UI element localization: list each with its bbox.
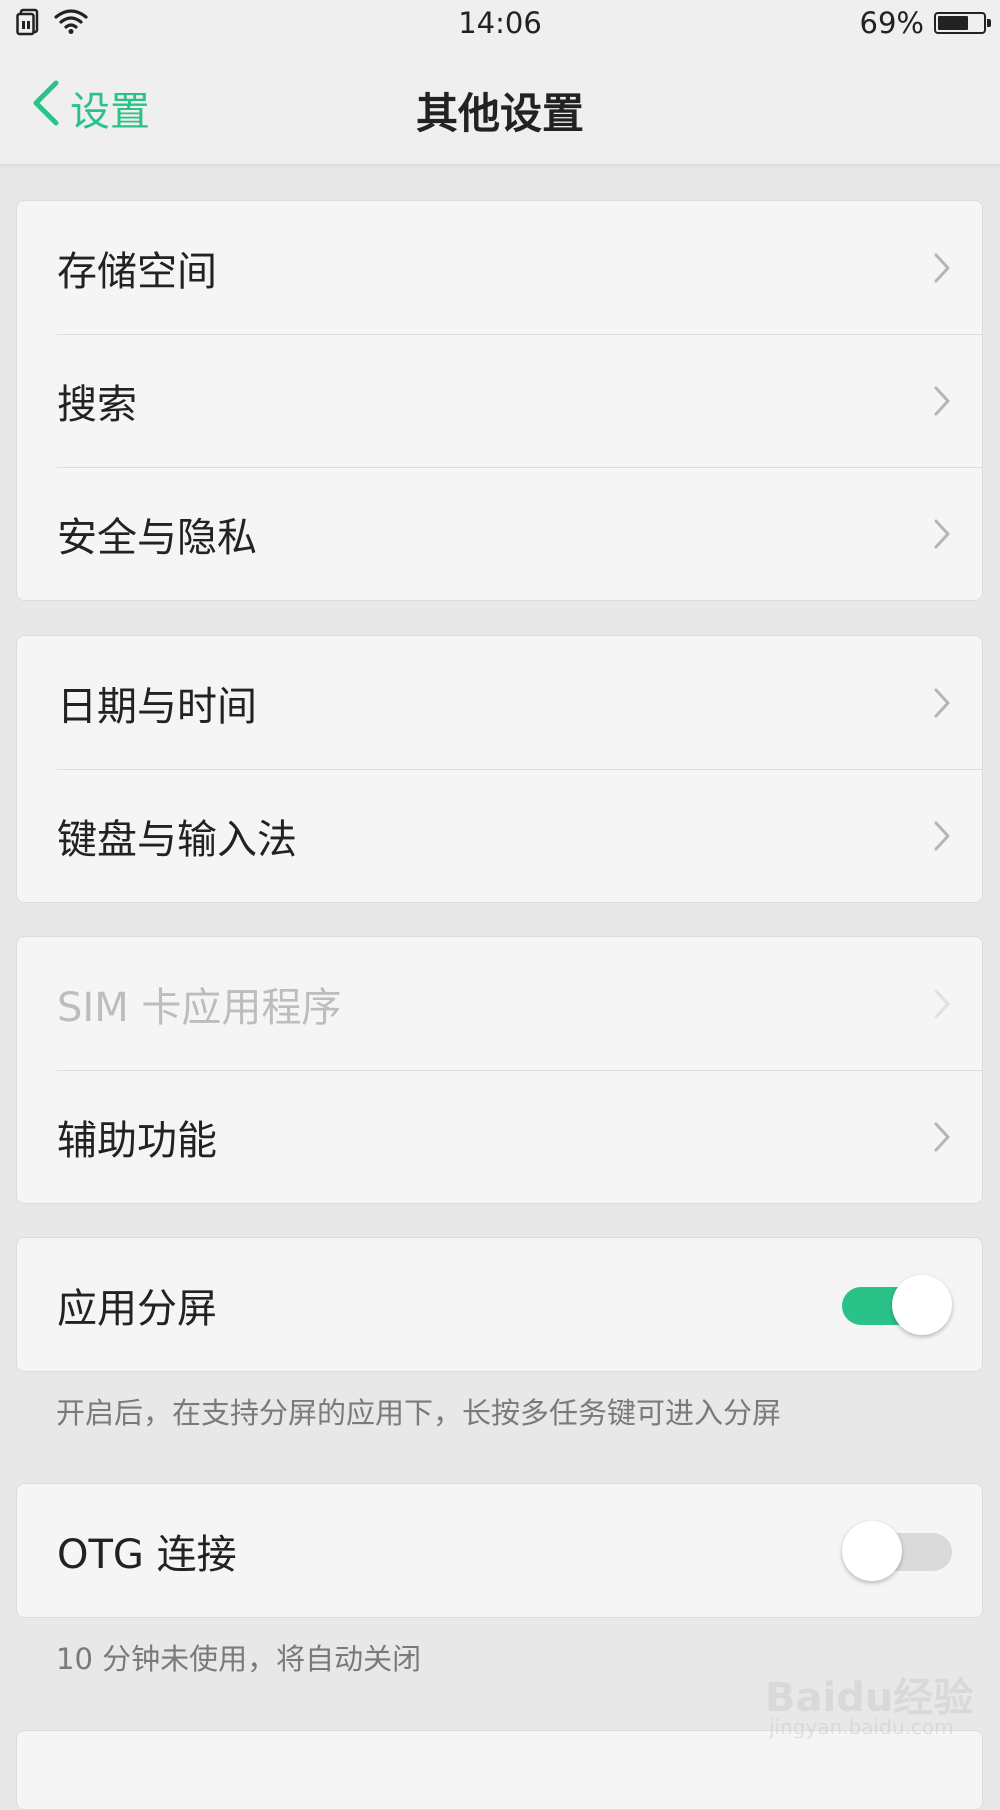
page-title: 其他设置 xyxy=(415,89,584,138)
setting-label: SIM 卡应用程序 xyxy=(57,984,342,1031)
setting-label: 辅助功能 xyxy=(57,1117,217,1164)
chevron-right-icon xyxy=(934,821,950,850)
setting-label: 安全与隐私 xyxy=(57,514,257,561)
chevron-right-icon xyxy=(934,253,950,282)
split-screen-caption: 开启后，在支持分屏的应用下，长按多任务键可进入分屏 xyxy=(56,1396,782,1430)
setting-otg: OTG 连接 xyxy=(17,1484,982,1617)
status-bar: 14:06 69% xyxy=(0,0,1000,50)
setting-label: OTG 连接 xyxy=(57,1531,237,1578)
battery-fill xyxy=(938,16,969,30)
settings-group-otg: OTG 连接 xyxy=(16,1483,983,1618)
setting-label: 存储空间 xyxy=(57,248,217,295)
chevron-right-icon xyxy=(934,386,950,415)
setting-storage[interactable]: 存储空间 xyxy=(17,201,982,334)
status-right: 69% xyxy=(859,6,991,40)
toggle-knob xyxy=(892,1274,952,1335)
chevron-right-icon xyxy=(934,1122,950,1151)
status-clock: 14:06 xyxy=(458,6,542,40)
setting-label: 搜索 xyxy=(57,381,137,428)
otg-caption: 10 分钟未使用，将自动关闭 xyxy=(56,1642,422,1676)
split-screen-toggle[interactable] xyxy=(842,1273,952,1337)
otg-toggle[interactable] xyxy=(842,1519,952,1583)
baidu-watermark: Baidu经验 jingyan.baidu.com xyxy=(765,1665,985,1755)
watermark-url: jingyan.baidu.com xyxy=(769,1715,954,1739)
toggle-knob xyxy=(842,1520,902,1581)
setting-keyboard-input[interactable]: 键盘与输入法 xyxy=(17,769,982,902)
chevron-right-icon xyxy=(934,519,950,548)
settings-group-storage: 存储空间 搜索 安全与隐私 xyxy=(16,200,983,601)
setting-security-privacy[interactable]: 安全与隐私 xyxy=(17,467,982,600)
settings-group-datetime: 日期与时间 键盘与输入法 xyxy=(16,635,983,903)
setting-split-screen: 应用分屏 xyxy=(17,1238,982,1371)
nav-bar: 设置 其他设置 xyxy=(0,50,1000,165)
setting-label: 日期与时间 xyxy=(57,683,257,730)
battery-icon xyxy=(934,12,991,34)
setting-search[interactable]: 搜索 xyxy=(17,334,982,467)
setting-sim-apps: SIM 卡应用程序 xyxy=(17,937,982,1070)
setting-label: 应用分屏 xyxy=(57,1285,217,1332)
chevron-right-icon xyxy=(934,688,950,717)
setting-date-time[interactable]: 日期与时间 xyxy=(17,636,982,769)
settings-group-split-screen: 应用分屏 xyxy=(16,1237,983,1372)
settings-group-sim: SIM 卡应用程序 辅助功能 xyxy=(16,936,983,1204)
setting-label: 键盘与输入法 xyxy=(57,816,297,863)
chevron-right-icon xyxy=(934,989,950,1018)
setting-accessibility[interactable]: 辅助功能 xyxy=(17,1070,982,1203)
battery-percent: 69% xyxy=(859,6,924,40)
